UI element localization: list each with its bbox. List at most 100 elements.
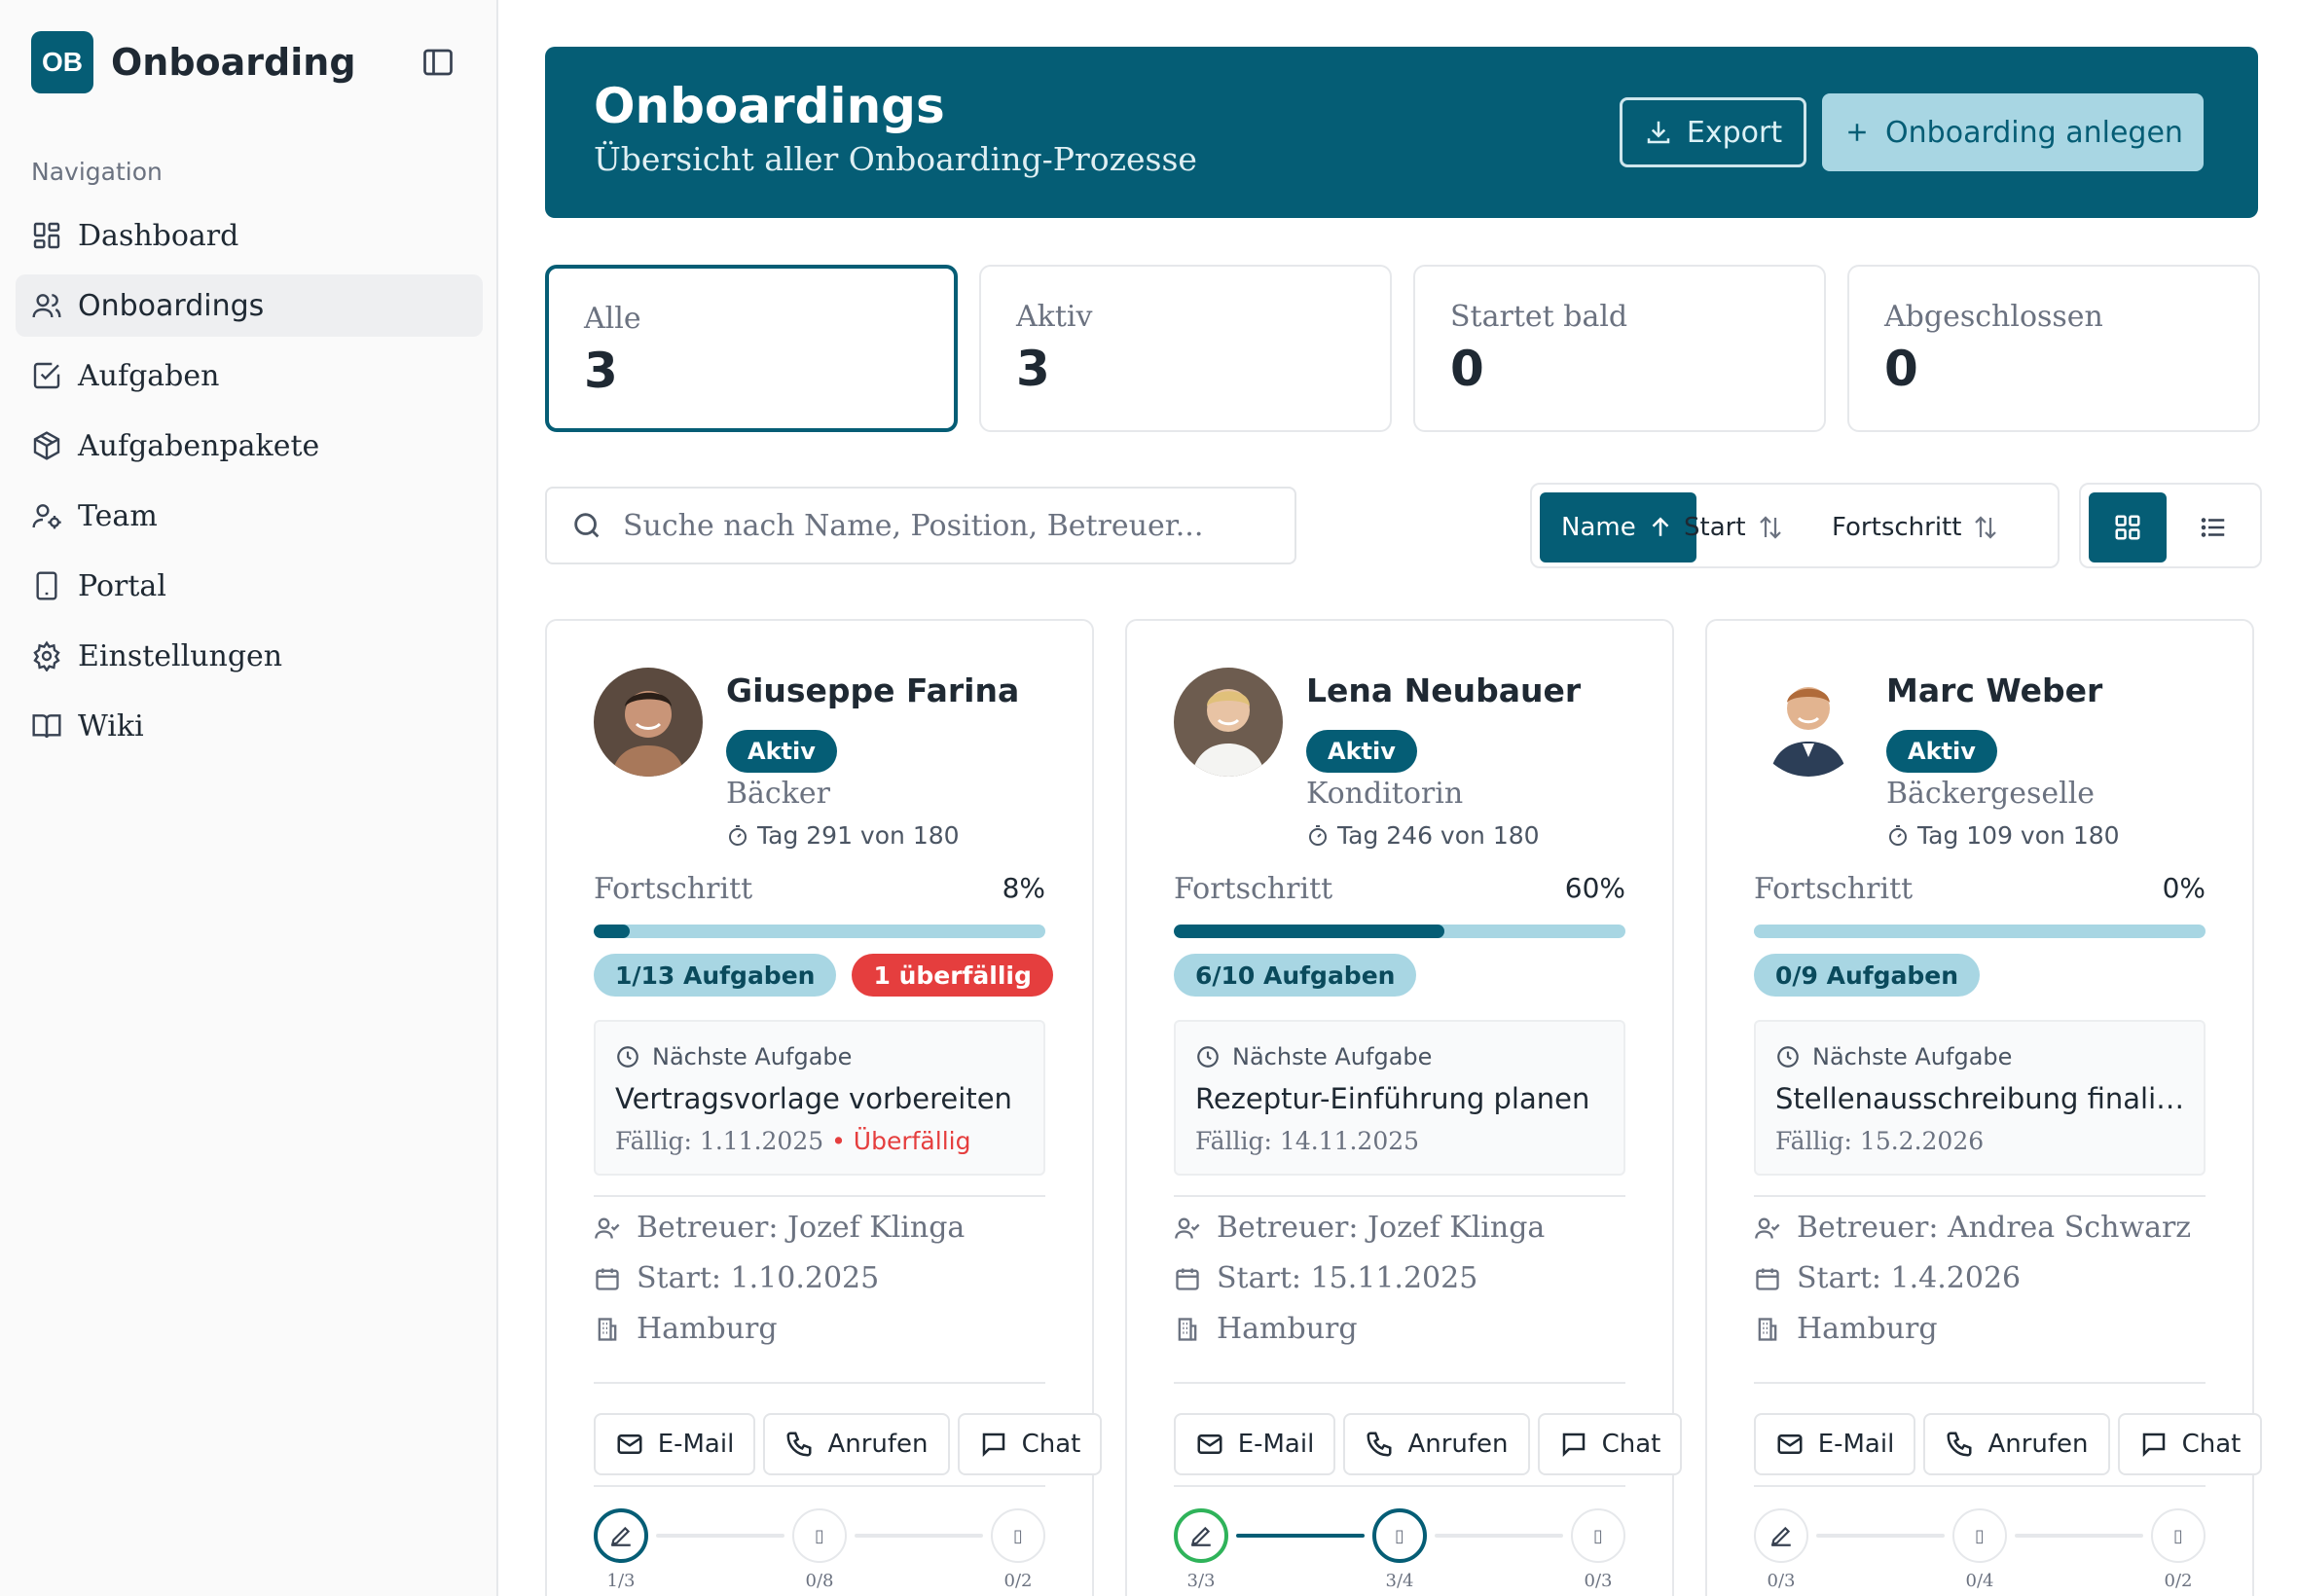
person-name: Marc Weber bbox=[1886, 671, 2103, 709]
clock-icon bbox=[1197, 1046, 1219, 1068]
next-task-due: Fällig: 1.11.2025 • Überfällig bbox=[615, 1127, 970, 1155]
pen-icon bbox=[1770, 1526, 1791, 1546]
search-input[interactable] bbox=[623, 508, 1285, 543]
clock-icon bbox=[1777, 1046, 1799, 1068]
sidebar-toggle-icon[interactable] bbox=[420, 45, 456, 80]
phase-count: 0/2 bbox=[2164, 1571, 2193, 1591]
next-task-title: Rezeptur-Einführung planen bbox=[1195, 1082, 1590, 1115]
email-button[interactable]: E-Mail bbox=[1754, 1413, 1915, 1475]
export-label: Export bbox=[1686, 115, 1783, 150]
export-button[interactable]: Export bbox=[1620, 97, 1806, 167]
sort-progress-button[interactable]: Fortschritt bbox=[1810, 492, 2022, 562]
stat-card-completed[interactable]: Abgeschlossen 0 bbox=[1847, 265, 2260, 432]
tablet-icon bbox=[36, 571, 57, 600]
day-counter: Tag 291 von 180 bbox=[726, 821, 960, 850]
phase-node[interactable]: ▯ bbox=[1571, 1508, 1625, 1563]
chat-button[interactable]: Chat bbox=[2118, 1413, 2262, 1475]
chat-button[interactable]: Chat bbox=[1538, 1413, 1682, 1475]
progress-bar bbox=[1754, 925, 2206, 938]
next-task-box[interactable]: Nächste Aufgabe Rezeptur-Einführung plan… bbox=[1174, 1020, 1625, 1176]
phase-node[interactable]: ▯ bbox=[792, 1508, 847, 1563]
day-counter-text: Tag 246 von 180 bbox=[1337, 821, 1540, 850]
location-text: Hamburg bbox=[1797, 1312, 1938, 1346]
search-field[interactable] bbox=[545, 487, 1296, 564]
page-subtitle: Übersicht aller Onboarding-Prozesse bbox=[594, 140, 1197, 178]
call-button[interactable]: Anrufen bbox=[763, 1413, 950, 1475]
start-row: Start: 15.11.2025 bbox=[1174, 1261, 1477, 1295]
phase-node[interactable]: ▯ bbox=[2151, 1508, 2206, 1563]
next-task-title: Stellenausschreibung finalisi... bbox=[1775, 1082, 2194, 1115]
onboarding-card[interactable]: Lena Neubauer Aktiv Konditorin Tag 246 v… bbox=[1125, 619, 1682, 1596]
stat-label: Abgeschlossen bbox=[1884, 300, 2103, 334]
email-button[interactable]: E-Mail bbox=[1174, 1413, 1335, 1475]
sidebar-item-onboardings[interactable]: Onboardings bbox=[16, 274, 483, 337]
phase-connector bbox=[855, 1534, 983, 1538]
onboarding-card[interactable]: Marc Weber Aktiv Bäckergeselle Tag 109 v… bbox=[1705, 619, 2262, 1596]
phase-connector bbox=[1816, 1534, 1945, 1538]
view-toggle bbox=[2079, 483, 2262, 568]
stat-value: 0 bbox=[1450, 341, 1484, 397]
grid-view-button[interactable] bbox=[2089, 492, 2167, 562]
sidebar-item-team[interactable]: Team bbox=[16, 485, 483, 547]
divider bbox=[1174, 1195, 1625, 1197]
day-counter-text: Tag 291 von 180 bbox=[757, 821, 960, 850]
timer-icon bbox=[1309, 824, 1327, 846]
nav-caption: Navigation bbox=[31, 158, 163, 186]
stats-row: Alle 3 Aktiv 3 Startet bald 0 Abgeschlos… bbox=[545, 265, 2260, 432]
phase-connector bbox=[1435, 1534, 1563, 1538]
phase-node[interactable] bbox=[1754, 1508, 1808, 1563]
divider bbox=[1174, 1382, 1625, 1384]
start-text: Start: 1.10.2025 bbox=[637, 1261, 880, 1295]
sidebar-item-wiki[interactable]: Wiki bbox=[16, 695, 483, 757]
call-button[interactable]: Anrufen bbox=[1343, 1413, 1530, 1475]
sidebar-item-dashboard[interactable]: Dashboard bbox=[16, 204, 483, 267]
add-onboarding-button[interactable]: Onboarding anlegen bbox=[1822, 93, 2204, 171]
email-label: E-Mail bbox=[1237, 1430, 1315, 1459]
mentor-text: Betreuer: Jozef Klinga bbox=[637, 1211, 966, 1245]
sort-progress-label: Fortschritt bbox=[1832, 513, 1962, 542]
brand[interactable]: OB Onboarding bbox=[31, 31, 356, 93]
sidebar-item-label: Portal bbox=[78, 568, 166, 603]
avatar bbox=[1754, 668, 1863, 777]
checkbox-icon bbox=[33, 362, 60, 389]
day-counter-text: Tag 109 von 180 bbox=[1917, 821, 2120, 850]
divider bbox=[594, 1382, 1045, 1384]
avatar bbox=[1174, 668, 1283, 777]
phase-node-current[interactable]: ▯ bbox=[1372, 1508, 1427, 1563]
phase-count: 3/4 bbox=[1385, 1571, 1414, 1591]
mentor-text: Betreuer: Jozef Klinga bbox=[1217, 1211, 1546, 1245]
sidebar-item-aufgaben[interactable]: Aufgaben bbox=[16, 345, 483, 407]
call-button[interactable]: Anrufen bbox=[1923, 1413, 2110, 1475]
phase-node-done[interactable] bbox=[1174, 1508, 1228, 1563]
phase-node[interactable]: ▯ bbox=[991, 1508, 1045, 1563]
sidebar-item-portal[interactable]: Portal bbox=[16, 555, 483, 617]
building-icon bbox=[598, 1317, 617, 1341]
phase-node[interactable]: ▯ bbox=[1952, 1508, 2007, 1563]
next-task-caption-text: Nächste Aufgabe bbox=[1812, 1043, 2013, 1070]
stat-card-starting-soon[interactable]: Startet bald 0 bbox=[1413, 265, 1826, 432]
next-task-title: Vertragsvorlage vorbereiten bbox=[615, 1082, 1012, 1115]
app-name: Onboarding bbox=[111, 41, 356, 84]
mentor-row: Betreuer: Jozef Klinga bbox=[594, 1211, 965, 1245]
pen-icon bbox=[1190, 1526, 1211, 1546]
onboarding-card[interactable]: Giuseppe Farina Aktiv Bäcker Tag 291 von… bbox=[545, 619, 1102, 1596]
next-task-box[interactable]: Nächste Aufgabe Vertragsvorlage vorberei… bbox=[594, 1020, 1045, 1176]
sidebar-item-einstellungen[interactable]: Einstellungen bbox=[16, 625, 483, 687]
sort-arrows-icon bbox=[1759, 516, 1781, 539]
next-task-box[interactable]: Nächste Aufgabe Stellenausschreibung fin… bbox=[1754, 1020, 2206, 1176]
next-task-caption: Nächste Aufgabe bbox=[1775, 1043, 2012, 1070]
stat-card-all[interactable]: Alle 3 bbox=[545, 265, 958, 432]
chat-button[interactable]: Chat bbox=[958, 1413, 1102, 1475]
email-button[interactable]: E-Mail bbox=[594, 1413, 755, 1475]
list-view-button[interactable] bbox=[2174, 492, 2252, 562]
phase-node-current[interactable] bbox=[594, 1508, 648, 1563]
next-task-caption: Nächste Aufgabe bbox=[1195, 1043, 1432, 1070]
sidebar-item-aufgabenpakete[interactable]: Aufgabenpakete bbox=[16, 415, 483, 477]
phase-count: 0/8 bbox=[805, 1571, 834, 1591]
sort-start-label: Start bbox=[1684, 513, 1746, 542]
stat-card-active[interactable]: Aktiv 3 bbox=[979, 265, 1392, 432]
chat-label: Chat bbox=[1021, 1430, 1081, 1459]
mentor-text: Betreuer: Andrea Schwarz bbox=[1797, 1211, 2192, 1245]
sort-start-button[interactable]: Start bbox=[1662, 492, 1806, 562]
next-task-caption-text: Nächste Aufgabe bbox=[1232, 1043, 1433, 1070]
